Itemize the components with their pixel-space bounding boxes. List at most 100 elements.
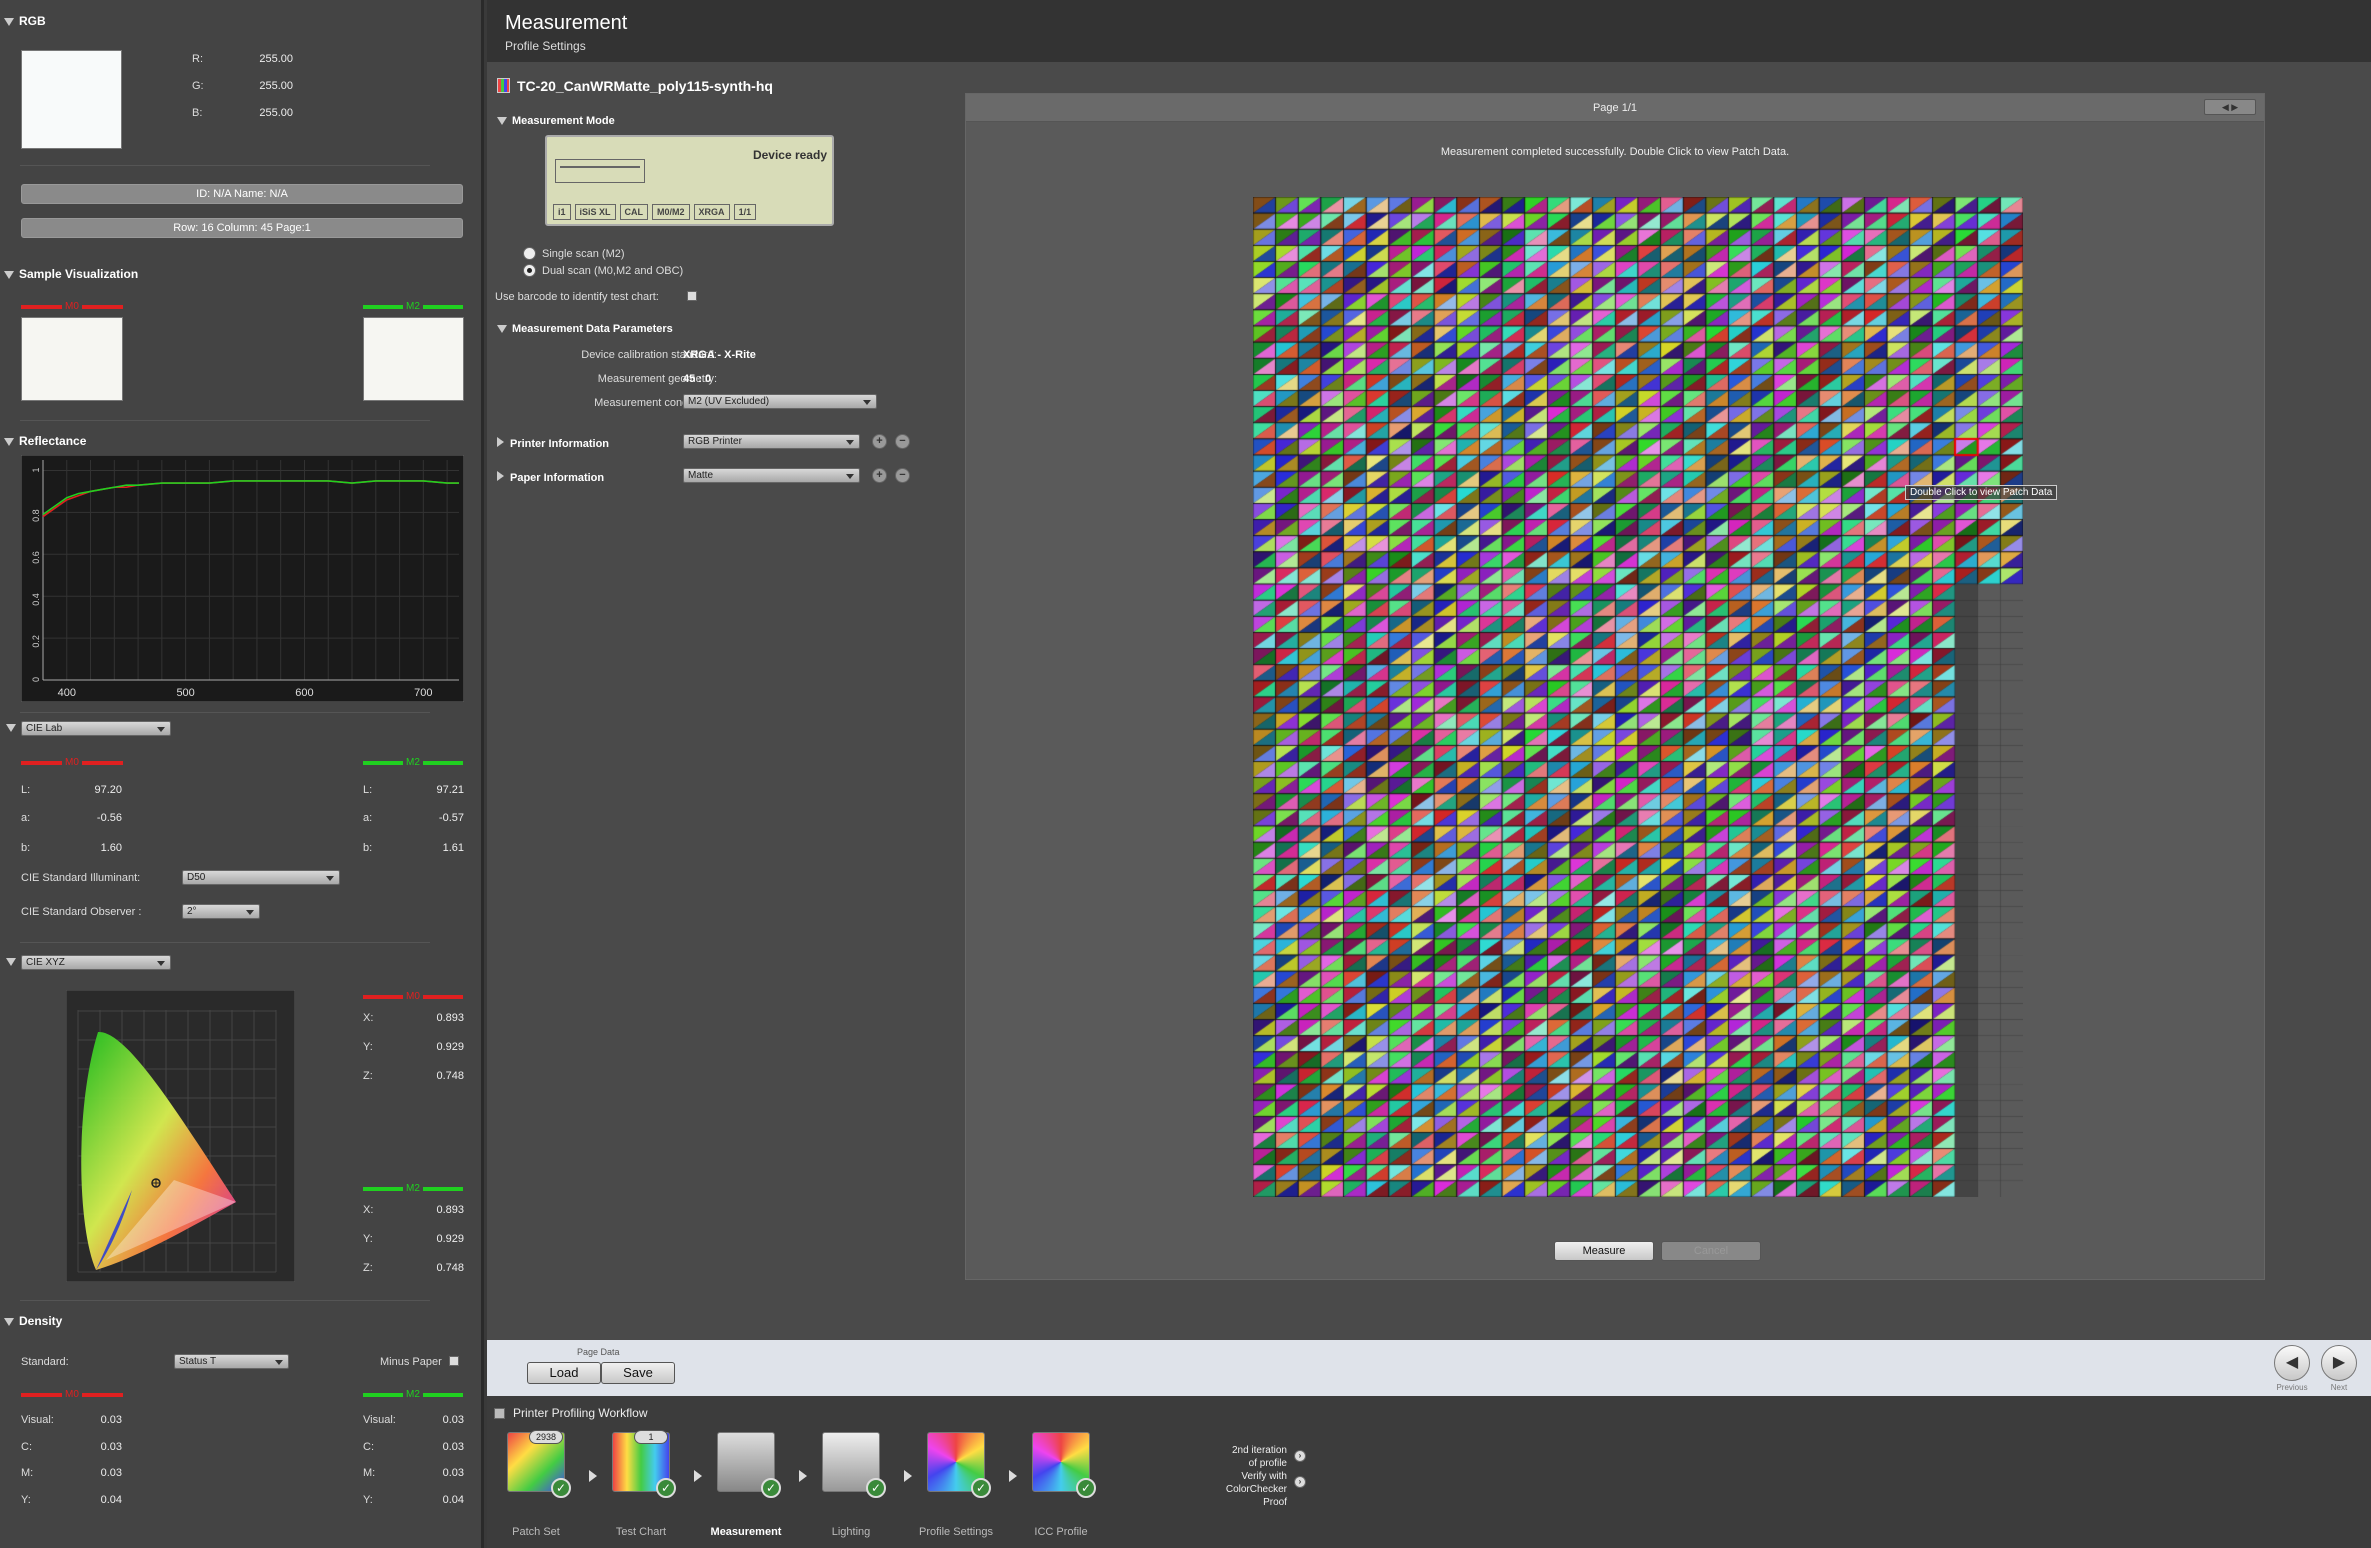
params-header[interactable]: Measurement Data Parameters xyxy=(497,323,673,335)
m2-b-value: 1.61 xyxy=(442,842,464,854)
lcd-status-row: i1 iSiS XL CAL M0/M2 XRGA 1/1 xyxy=(553,204,826,220)
page-indicator: Page 1/1 xyxy=(1592,102,1638,114)
device-status: Device ready xyxy=(752,148,827,162)
xyz-space-select[interactable]: CIE XYZ xyxy=(21,955,171,970)
divider xyxy=(20,942,430,943)
l-label: L: xyxy=(363,784,373,796)
cancel-button[interactable]: Cancel xyxy=(1661,1241,1761,1261)
m2-tag: M2 xyxy=(403,1183,423,1194)
x-label: X: xyxy=(363,1012,374,1024)
next-button[interactable]: ▶ xyxy=(2321,1345,2357,1381)
disclosure-triangle-icon xyxy=(4,437,14,446)
b-label: b: xyxy=(363,842,373,854)
x-label: X: xyxy=(363,1204,374,1216)
rgb-section-header[interactable]: RGB xyxy=(4,14,46,28)
y-tick-label: 0.2 xyxy=(31,635,41,648)
add-paper-button[interactable]: + xyxy=(872,468,887,483)
lcd-item: 1/1 xyxy=(733,204,757,220)
lcd-item: CAL xyxy=(619,204,649,220)
lcd-item: M0/M2 xyxy=(652,204,690,220)
m2-c-value: 0.03 xyxy=(442,1441,464,1453)
m0-z-value: 0.748 xyxy=(436,1070,464,1082)
m0-tag: M0 xyxy=(403,991,423,1002)
lcd-item: iSiS XL xyxy=(574,204,616,220)
visual-label: Visual: xyxy=(363,1414,396,1426)
printer-info-header[interactable]: Printer Information xyxy=(497,437,609,450)
m0-m-value: 0.03 xyxy=(100,1467,122,1479)
m2-l-value: 97.21 xyxy=(436,784,464,796)
arrow-right-icon xyxy=(904,1470,912,1482)
x-tick-label: 600 xyxy=(295,687,313,699)
load-button[interactable]: Load xyxy=(527,1362,601,1384)
m2-y-value: 0.04 xyxy=(442,1494,464,1506)
density-standard-select[interactable]: Status T xyxy=(174,1354,289,1369)
patch-grid[interactable] xyxy=(1253,197,2023,1197)
divider xyxy=(20,420,430,421)
barcode-checkbox[interactable] xyxy=(687,291,697,301)
checkmark-icon: ✓ xyxy=(971,1478,991,1498)
single-scan-radio[interactable] xyxy=(523,247,536,260)
remove-paper-button[interactable]: − xyxy=(895,468,910,483)
printer-select[interactable]: RGB Printer xyxy=(683,434,860,449)
arrow-right-icon xyxy=(799,1470,807,1482)
left-panel: RGB R: 255.00 G: 255.00 B: 255.00 ID: N/… xyxy=(0,0,484,1548)
single-scan-label: Single scan (M2) xyxy=(542,248,625,260)
previous-label: Previous xyxy=(2276,1383,2308,1392)
m2-sample-swatch xyxy=(363,317,464,401)
divider xyxy=(20,712,430,713)
disclosure-triangle-icon[interactable] xyxy=(6,958,16,966)
workflow-bar: Printer Profiling Workflow ✓ 2938 Patch Se… xyxy=(487,1396,2371,1548)
verify-proof-button[interactable]: › xyxy=(1294,1476,1306,1488)
lab-space-select[interactable]: CIE Lab xyxy=(21,721,171,736)
workflow-step-label: Measurement xyxy=(710,1526,782,1538)
page-nav-arrows[interactable]: ◀ ▶ xyxy=(2204,99,2256,115)
density-header[interactable]: Density xyxy=(4,1314,62,1328)
m0-y-value: 0.929 xyxy=(436,1041,464,1053)
chart-preview: Page 1/1 ◀ ▶ Measurement completed succe… xyxy=(965,93,2265,1280)
barcode-label: Use barcode to identify test chart: xyxy=(495,291,659,303)
reflectance-header[interactable]: Reflectance xyxy=(4,434,86,448)
rgb-swatch xyxy=(21,50,122,149)
y-label: Y: xyxy=(363,1041,373,1053)
minus-paper-label: Minus Paper xyxy=(380,1356,442,1368)
paper-info-header[interactable]: Paper Information xyxy=(497,471,604,484)
remove-printer-button[interactable]: − xyxy=(895,434,910,449)
y-label: Y: xyxy=(363,1494,373,1506)
density-standard-label: Standard: xyxy=(21,1356,69,1368)
add-printer-button[interactable]: + xyxy=(872,434,887,449)
workflow-step-label: Lighting xyxy=(831,1526,871,1538)
test-chart-icon xyxy=(497,78,510,93)
x-tick-label: 700 xyxy=(414,687,432,699)
disclosure-triangle-icon[interactable] xyxy=(6,724,16,732)
minus-paper-checkbox[interactable] xyxy=(449,1356,459,1366)
b-value: 255.00 xyxy=(259,107,293,119)
iteration-profile-button[interactable]: › xyxy=(1294,1450,1306,1462)
m2-x-value: 0.893 xyxy=(436,1204,464,1216)
r-label: R: xyxy=(192,53,203,65)
measure-button[interactable]: Measure xyxy=(1554,1241,1654,1261)
disclosure-triangle-icon xyxy=(4,270,14,279)
previous-button[interactable]: ◀ xyxy=(2274,1345,2310,1381)
main-area: Measurement Profile Settings TC-20_CanWR… xyxy=(487,0,2371,1548)
m2-tag: M2 xyxy=(403,301,423,312)
conditions-select[interactable]: M2 (UV Excluded) xyxy=(683,394,877,409)
geometry-value: 45 : 0 xyxy=(683,373,712,385)
save-button[interactable]: Save xyxy=(601,1362,675,1384)
measurement-mode-header[interactable]: Measurement Mode xyxy=(497,115,615,127)
dual-scan-radio[interactable] xyxy=(523,264,536,277)
disclosure-triangle-icon xyxy=(497,471,504,481)
measurement-status: Measurement completed successfully. Doub… xyxy=(1440,146,1790,158)
lcd-item: XRGA xyxy=(693,204,730,220)
m0-x-value: 0.893 xyxy=(436,1012,464,1024)
x-tick-label: 400 xyxy=(58,687,76,699)
iteration-text: 2nd iteration of profile Verify with Col… xyxy=(1225,1445,1287,1508)
checkmark-icon: ✓ xyxy=(761,1478,781,1498)
checkmark-icon: ✓ xyxy=(551,1478,571,1498)
illuminant-select[interactable]: D50 xyxy=(182,870,340,885)
paper-select[interactable]: Matte xyxy=(683,468,860,483)
observer-select[interactable]: 2° xyxy=(182,904,260,919)
x-tick-label: 500 xyxy=(176,687,194,699)
calibration-value: XRGA - X-Rite xyxy=(683,349,756,361)
sample-vis-header[interactable]: Sample Visualization xyxy=(4,267,138,281)
y-tick-label: 0.8 xyxy=(31,509,41,522)
